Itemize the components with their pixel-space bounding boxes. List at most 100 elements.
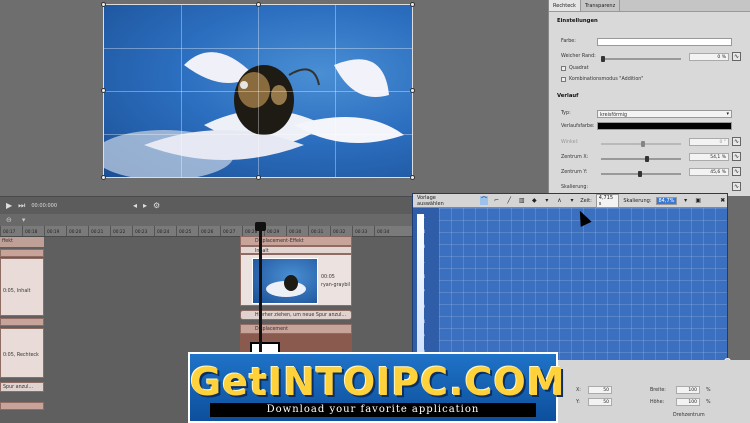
clip-label: 0:05, Rechteck (3, 353, 39, 358)
step-icon[interactable]: ⏭ (18, 201, 25, 211)
winkel-label: Winkel: (561, 140, 579, 145)
save-icon[interactable]: ▣ (694, 196, 703, 205)
ruler-tick: 00:24 (154, 226, 176, 236)
ruler-tick: 00:25 (176, 226, 198, 236)
curve-step-icon[interactable]: ⌐ (492, 196, 501, 205)
wave-icon[interactable]: ∿ (732, 52, 741, 61)
link-icon[interactable]: ∧ (555, 196, 564, 205)
track-label-text: ffekt (2, 239, 13, 244)
x-value[interactable]: 50 (588, 386, 612, 394)
zoom-icon[interactable]: ⊖ (6, 216, 12, 224)
resize-handle[interactable] (256, 2, 261, 7)
preview-image[interactable] (103, 4, 413, 178)
ruler-tick: 00:23 (132, 226, 154, 236)
chevron-down-icon[interactable]: ▾ (681, 196, 690, 205)
clip-name: ryan-graybil (321, 283, 351, 288)
ruler-tick: 00:21 (88, 226, 110, 236)
resize-handle[interactable] (410, 2, 415, 7)
y-label: Y: (576, 400, 580, 405)
ruler-tick: 00:19 (44, 226, 66, 236)
track-header[interactable] (0, 402, 44, 410)
weicher-rand-slider[interactable] (601, 56, 681, 62)
ruler-tick: 00:22 (110, 226, 132, 236)
wave-icon[interactable]: ∿ (732, 182, 741, 191)
delete-icon[interactable]: ▥ (517, 196, 526, 205)
gradient-color-swatch[interactable] (597, 122, 732, 130)
tab-rechteck[interactable]: Rechteck (549, 0, 581, 11)
track-header[interactable] (0, 249, 44, 257)
weicher-rand-value[interactable]: 0 % (689, 53, 729, 61)
template-label[interactable]: Vorlage auswählen (417, 195, 462, 207)
curve-linear-icon[interactable]: ╱ (505, 196, 514, 205)
track-title: Displacement-Effekt (255, 239, 304, 244)
ruler-tick: 00:20 (66, 226, 88, 236)
quadrat-checkbox[interactable] (561, 66, 566, 71)
playback-bar: ▶ ⏭ 00:00:000 ◂ ▸ ⚙ (0, 196, 412, 214)
track-title: Displacement (255, 327, 288, 332)
prev-frame-icon[interactable]: ◂ (133, 201, 137, 210)
ruler-tick: 00:32 (330, 226, 352, 236)
close-icon[interactable]: ✖ (718, 196, 727, 205)
wave-icon[interactable]: ∿ (732, 152, 741, 161)
resize-handle[interactable] (101, 2, 106, 7)
winkel-value[interactable]: 0 ° (689, 138, 729, 146)
ruler-tick: 00:18 (22, 226, 44, 236)
zeit-label: Zeit: (580, 197, 592, 204)
dropdown-icon[interactable]: ▾ (568, 196, 577, 205)
winkel-slider[interactable] (601, 141, 681, 147)
breite-value[interactable]: 100 (676, 386, 700, 394)
drop-hint-left[interactable]: Spur anzul... (0, 382, 44, 392)
color-swatch-white[interactable] (597, 38, 732, 46)
wave-icon[interactable]: ∿ (732, 167, 741, 176)
typ-select[interactable]: kreisförmig ▾ (597, 110, 732, 118)
drop-hint[interactable]: Hierher ziehen, um neue Spur anzul... (240, 310, 352, 320)
transform-panel: X: 50 Breite: 100 % Y: 50 Höhe: 100 % Dr… (548, 360, 750, 423)
properties-panel: Rechteck Transparenz Einstellungen Farbe… (548, 0, 750, 196)
hoehe-value[interactable]: 100 (676, 398, 700, 406)
zentrum-y-label: Zentrum Y: (561, 170, 588, 175)
track-header-displacement-2[interactable]: Displacement (240, 324, 352, 334)
track-header[interactable] (0, 318, 44, 326)
clip-photo[interactable]: 00:05 ryan-graybil (240, 254, 352, 306)
track-header-displacement[interactable]: Displacement-Effekt (240, 236, 352, 246)
resize-handle[interactable] (256, 175, 261, 180)
track-header-content[interactable]: Inhalt (240, 246, 352, 254)
skalierung-label: Skalierung: (623, 197, 652, 204)
typ-select-value: kreisförmig (600, 113, 627, 118)
curve-smooth-icon[interactable]: ⌒ (479, 196, 489, 205)
zeit-input[interactable]: 4,715 s (595, 193, 620, 208)
ruler-tick: 00:26 (198, 226, 220, 236)
zentrum-x-value[interactable]: 54,1 % (689, 153, 729, 161)
drop-hint-text: Spur anzul... (3, 385, 34, 390)
settings-icon[interactable]: ⚙ (153, 201, 160, 210)
zentrum-y-slider[interactable] (601, 171, 681, 177)
clip-inhalt[interactable]: 0:05, Inhalt (0, 258, 44, 316)
watermark-title: GetINTOIPC.COM (190, 360, 566, 404)
farbe-label: Farbe: (561, 39, 576, 44)
resize-handle[interactable] (101, 175, 106, 180)
dropdown-icon[interactable]: ▾ (543, 196, 552, 205)
zentrum-y-value[interactable]: 45,6 % (689, 168, 729, 176)
clip-rechteck[interactable]: 0:05, Rechteck (0, 328, 44, 378)
quadrat-label: Quadrat (569, 66, 589, 71)
clip-time: 00:05 (321, 275, 335, 280)
resize-handle[interactable] (410, 175, 415, 180)
y-value[interactable]: 50 (588, 398, 612, 406)
playhead-handle[interactable] (255, 222, 266, 231)
kombination-label: Kombinationsmodus "Addition" (569, 77, 644, 82)
keyframe-icon[interactable]: ◆ (530, 196, 539, 205)
ruler-tick: 00:31 (308, 226, 330, 236)
track-label: ffekt (0, 237, 44, 247)
properties-tabs: Rechteck Transparenz (549, 0, 750, 12)
play-icon[interactable]: ▶ (6, 201, 12, 210)
wave-icon[interactable]: ∿ (732, 137, 741, 146)
zentrum-x-slider[interactable] (601, 156, 681, 162)
skalierung-input[interactable]: 84,7% (655, 196, 678, 205)
marker-icon[interactable]: ▾ (22, 216, 26, 224)
tab-transparenz[interactable]: Transparenz (581, 0, 621, 11)
resize-handle[interactable] (101, 88, 106, 93)
kombination-checkbox[interactable] (561, 77, 566, 82)
resize-handle[interactable] (410, 88, 415, 93)
drop-hint-text: Hierher ziehen, um neue Spur anzul... (255, 313, 346, 318)
next-frame-icon[interactable]: ▸ (143, 201, 147, 210)
